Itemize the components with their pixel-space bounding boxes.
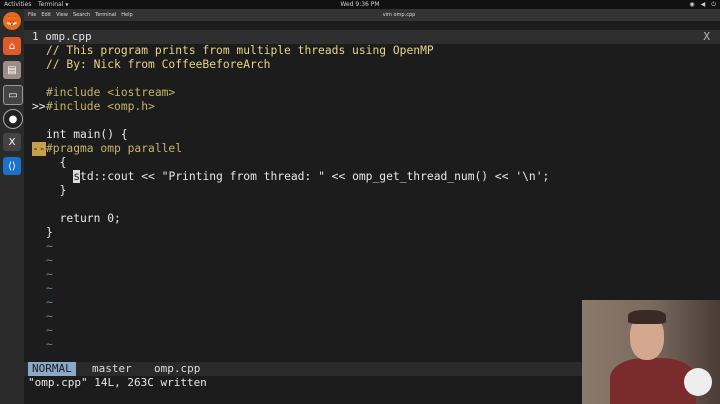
person-hair <box>628 310 666 324</box>
code-line: { <box>32 156 67 170</box>
microphone <box>684 368 712 396</box>
menu-terminal[interactable]: Terminal <box>95 9 116 21</box>
empty-line-tilde: ~ <box>32 268 53 282</box>
line-text: // This program prints from multiple thr… <box>46 44 434 57</box>
git-branch: master <box>92 362 132 375</box>
window-titlebar: File Edit View Search Terminal Help vim … <box>24 9 720 21</box>
tilde-glyph: ~ <box>46 282 53 295</box>
volume-icon[interactable]: ◀ <box>701 0 706 9</box>
webcam-overlay <box>582 300 720 404</box>
code-line: int main() { <box>32 128 128 142</box>
line-text: // By: Nick from CoffeeBeforeArch <box>46 58 271 71</box>
menu-view[interactable]: View <box>56 9 68 21</box>
line-text: return 0; <box>46 212 121 225</box>
dock: 🦊 ⌂ ▤ ▭ ● X ⟨⟩ <box>0 9 24 404</box>
menu-bar: File Edit View Search Terminal Help <box>28 9 133 21</box>
code-line: std::cout << "Printing from thread: " <<… <box>32 170 549 184</box>
code-line: } <box>32 184 67 198</box>
tilde-glyph: ~ <box>46 310 53 323</box>
app-menu[interactable]: Terminal ▼ <box>38 0 68 9</box>
vscode-icon[interactable]: ⟨⟩ <box>3 157 21 175</box>
tilde-glyph: ~ <box>46 268 53 281</box>
obs-icon[interactable]: ● <box>3 109 23 129</box>
line-text: } <box>46 184 67 197</box>
menu-edit[interactable]: Edit <box>41 9 51 21</box>
terminal-icon[interactable]: ▭ <box>3 85 23 105</box>
code-line: >>#include <omp.h> <box>32 100 155 114</box>
tilde-glyph: ~ <box>46 240 53 253</box>
empty-line-tilde: ~ <box>32 296 53 310</box>
activities-button[interactable]: Activities <box>4 0 31 9</box>
power-icon[interactable]: ⏻ <box>711 0 716 9</box>
line-text: #pragma omp parallel <box>46 142 183 155</box>
empty-line-tilde: ~ <box>32 324 53 338</box>
line-text: int main() { <box>46 128 128 141</box>
app-name: Terminal <box>38 1 64 8</box>
mode-indicator: NORMAL <box>28 362 76 376</box>
empty-line-tilde: ~ <box>32 338 53 352</box>
tab-omp-cpp[interactable]: 1 omp.cpp <box>32 30 92 44</box>
window-title: vim omp.cpp <box>382 12 416 18</box>
code-line: } <box>32 226 53 240</box>
line-text: std::cout << "Printing from thread: " <<… <box>73 170 550 183</box>
clock[interactable]: Wed 9:36 PM <box>340 0 380 9</box>
files-icon[interactable]: ▤ <box>3 61 21 79</box>
code-line: return 0; <box>32 212 121 226</box>
menu-file[interactable]: File <box>28 9 36 21</box>
vim-tabline: 1 omp.cpp X <box>24 30 720 44</box>
tilde-glyph: ~ <box>46 296 53 309</box>
line-text: } <box>46 226 53 239</box>
network-icon[interactable]: ◉ <box>689 0 694 9</box>
top-bar: Activities Terminal ▼ Wed 9:36 PM ◉ ◀ ⏻ <box>0 0 720 9</box>
tilde-glyph: ~ <box>46 254 53 267</box>
code-line: #include <iostream> <box>32 86 175 100</box>
empty-line-tilde: ~ <box>32 254 53 268</box>
empty-line-tilde: ~ <box>32 282 53 296</box>
tilde-glyph: ~ <box>46 324 53 337</box>
tilde-glyph: ~ <box>46 338 53 351</box>
empty-line-tilde: ~ <box>32 240 53 254</box>
line-text: #include <omp.h> <box>46 100 155 113</box>
system-tray: ◉ ◀ ⏻ <box>689 0 716 9</box>
code-line: // This program prints from multiple thr… <box>32 44 434 58</box>
x-app-icon[interactable]: X <box>3 133 21 151</box>
firefox-icon[interactable]: 🦊 <box>3 12 21 30</box>
home-folder-icon[interactable]: ⌂ <box>3 37 21 55</box>
code-line: // By: Nick from CoffeeBeforeArch <box>32 58 270 72</box>
dropdown-icon: ▼ <box>65 2 69 7</box>
menu-help[interactable]: Help <box>121 9 132 21</box>
menu-search[interactable]: Search <box>73 9 90 21</box>
current-file: omp.cpp <box>154 362 201 375</box>
gutter-sign: >> <box>32 100 46 113</box>
gutter-sign: -- <box>32 142 46 156</box>
line-text: { <box>46 156 67 169</box>
code-line: --#pragma omp parallel <box>32 142 182 156</box>
line-text: #include <iostream> <box>46 86 176 99</box>
text-cursor: s <box>73 170 81 183</box>
empty-line-tilde: ~ <box>32 310 53 324</box>
close-tab-button[interactable]: X <box>703 30 710 44</box>
